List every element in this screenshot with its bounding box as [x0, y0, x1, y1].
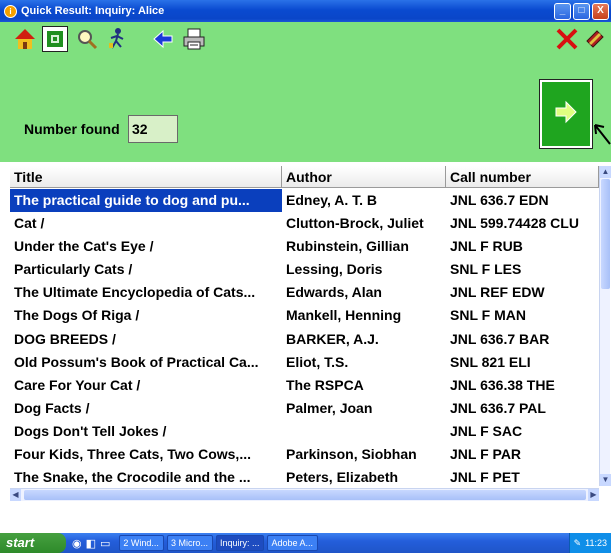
mouse-cursor-icon — [594, 124, 611, 145]
cell-call-number: JNL F PET — [450, 469, 520, 486]
cell-title: DOG BREEDS / — [14, 330, 116, 347]
cell-author: Peters, Elizabeth — [286, 469, 399, 486]
cell-call-number: JNL 636.7 EDN — [450, 192, 549, 208]
results-table: Title Author Call number The practical g… — [10, 162, 609, 507]
cell-title: Under the Cat's Eye / — [14, 238, 154, 255]
back-arrow-icon[interactable] — [150, 26, 176, 52]
go-button[interactable] — [539, 79, 593, 149]
cell-title: The Dogs Of Riga / — [14, 307, 140, 324]
horizontal-scrollbar[interactable]: ◀ ▶ — [10, 488, 599, 501]
vertical-scroll-thumb[interactable] — [601, 179, 610, 289]
cell-call-number: JNL 599.74428 CLU — [450, 215, 579, 232]
cell-author: Edwards, Alan — [286, 284, 382, 301]
home-icon[interactable] — [12, 26, 38, 52]
browser-icon[interactable]: ◉ — [72, 537, 82, 550]
table-row[interactable]: The practical guide to dog and pu... Edne… — [10, 189, 599, 213]
taskbar-item-inquiry[interactable]: Inquiry: ... — [215, 535, 265, 551]
taskbar-item-explorer[interactable]: 2 Wind... — [119, 535, 164, 551]
tray-icon[interactable]: ✎ — [574, 538, 582, 549]
column-header-call-number[interactable]: Call number — [446, 166, 599, 188]
cell-title: The Snake, the Crocodile and the ... — [14, 469, 251, 486]
cell-author: Palmer, Joan — [286, 399, 373, 416]
cell-call-number: SNL F LES — [450, 261, 522, 278]
book-exit-icon[interactable] — [582, 26, 608, 52]
cell-author — [282, 420, 446, 443]
maximize-button[interactable]: □ — [573, 2, 590, 20]
cell-call-number: SNL 821 ELI — [450, 353, 531, 370]
scroll-left-icon[interactable]: ◀ — [10, 489, 21, 501]
walking-person-icon[interactable] — [104, 26, 130, 52]
table-row[interactable]: Dog Facts / Palmer, Joan JNL 636.7 PAL — [10, 397, 599, 420]
taskbar-item-adobe[interactable]: Adobe A... — [267, 535, 319, 551]
table-row[interactable]: Particularly Cats / Lessing, Doris SNL F L… — [10, 258, 599, 281]
table-row[interactable]: Under the Cat's Eye / Rubinstein, Gillian… — [10, 235, 599, 258]
cell-call-number: JNL F RUB — [450, 238, 523, 255]
title-bar: i Quick Result: Inquiry: Alice _ □ X — [0, 0, 611, 22]
scroll-down-icon[interactable]: ▼ — [600, 474, 611, 486]
system-tray: ✎ 11:23 — [568, 533, 611, 553]
magnifier-icon[interactable] — [74, 26, 100, 52]
cell-title: The practical guide to dog and pu... — [10, 189, 282, 213]
table-body: The practical guide to dog and pu... Edne… — [10, 189, 599, 489]
table-row[interactable]: Four Kids, Three Cats, Two Cows,... Parki… — [10, 443, 599, 466]
cell-call-number: JNL 636.7 BAR — [450, 330, 550, 347]
cell-title: Four Kids, Three Cats, Two Cows,... — [14, 446, 251, 463]
cell-call-number: SNL F MAN — [450, 307, 526, 324]
cell-author: BARKER, A.J. — [286, 330, 379, 347]
taskbar-item-word[interactable]: 3 Micro... — [166, 535, 213, 551]
window-close-button[interactable]: X — [592, 2, 609, 20]
app-icon: i — [4, 4, 17, 18]
printer-icon[interactable] — [181, 26, 207, 52]
table-row[interactable]: The Ultimate Encyclopedia of Cats... Edwa… — [10, 281, 599, 304]
column-header-author[interactable]: Author — [282, 166, 446, 188]
table-header: Title Author Call number — [10, 166, 599, 188]
horizontal-scroll-thumb[interactable] — [24, 490, 586, 500]
desktop-icon[interactable]: ▭ — [100, 537, 110, 550]
cell-author: The RSPCA — [286, 376, 364, 393]
number-found-value: 32 — [128, 115, 178, 143]
table-row[interactable]: Old Possum's Book of Practical Ca... Elio… — [10, 351, 599, 374]
close-x-icon[interactable] — [554, 26, 580, 52]
column-header-title[interactable]: Title — [10, 166, 282, 188]
taskbar: start ◉ ◧ ▭ 2 Wind... 3 Micro... Inquiry… — [0, 533, 611, 553]
cell-author: Parkinson, Siobhan — [286, 446, 417, 463]
quick-launch: ◉ ◧ ▭ — [66, 537, 116, 550]
cell-title: Dogs Don't Tell Jokes / — [14, 422, 167, 439]
number-found-label: Number found — [24, 121, 120, 137]
cell-call-number: JNL 636.7 PAL — [450, 399, 546, 416]
table-row[interactable]: Care For Your Cat / The RSPCA JNL 636.38 T… — [10, 374, 599, 397]
cell-author: Rubinstein, Gillian — [286, 238, 409, 255]
minimize-button[interactable]: _ — [554, 2, 571, 20]
cell-title: The Ultimate Encyclopedia of Cats... — [14, 284, 256, 301]
cell-author: Eliot, T.S. — [286, 353, 349, 370]
cell-call-number: JNL REF EDW — [450, 284, 545, 301]
cell-author: Clutton-Brock, Juliet — [286, 215, 424, 232]
cell-title: Dog Facts / — [14, 399, 90, 416]
table-row[interactable]: The Dogs Of Riga / Mankell, Henning SNL F … — [10, 304, 599, 327]
cell-title: Care For Your Cat / — [14, 376, 141, 393]
table-row[interactable]: Cat / Clutton-Brock, Juliet JNL 599.74428 … — [10, 212, 599, 235]
cell-author: Edney, A. T. B — [286, 192, 378, 208]
clock: 11:23 — [585, 538, 607, 548]
table-row[interactable]: DOG BREEDS / BARKER, A.J. JNL 636.7 BAR — [10, 328, 599, 351]
cell-call-number: JNL F SAC — [450, 422, 523, 439]
catalog-icon[interactable] — [42, 26, 68, 52]
cell-author: Lessing, Doris — [286, 261, 383, 278]
scroll-up-icon[interactable]: ▲ — [600, 166, 611, 178]
cell-title: Old Possum's Book of Practical Ca... — [14, 353, 259, 370]
window-title: Quick Result: Inquiry: Alice — [21, 5, 165, 17]
cell-title: Particularly Cats / — [14, 261, 133, 278]
forward-arrow-icon — [553, 99, 579, 130]
table-row[interactable]: Dogs Don't Tell Jokes / JNL F SAC — [10, 420, 599, 443]
cell-call-number: JNL 636.38 THE — [450, 376, 555, 393]
cell-author: Mankell, Henning — [286, 307, 402, 324]
table-row[interactable]: The Snake, the Crocodile and the ... Pete… — [10, 466, 599, 489]
outlook-icon[interactable]: ◧ — [86, 537, 96, 550]
start-button[interactable]: start — [0, 533, 66, 553]
cell-call-number: JNL F PAR — [450, 446, 522, 463]
cell-title: Cat / — [14, 215, 45, 232]
scroll-right-icon[interactable]: ▶ — [588, 489, 599, 501]
vertical-scrollbar[interactable]: ▲ ▼ — [599, 166, 611, 486]
